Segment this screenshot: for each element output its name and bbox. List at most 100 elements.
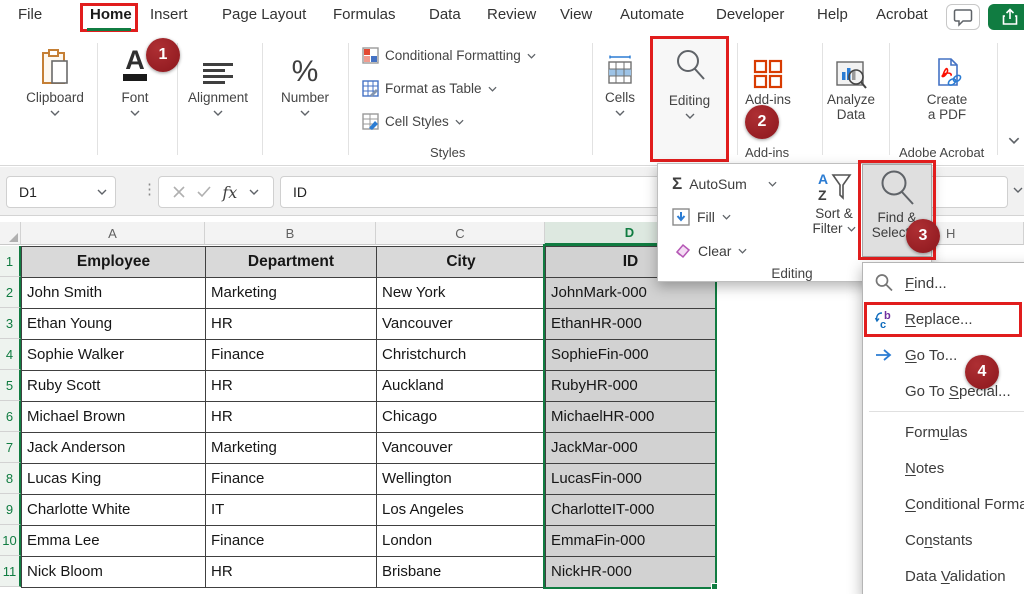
editing-group-button[interactable]: Editing bbox=[650, 36, 729, 162]
cell[interactable]: HR bbox=[206, 371, 377, 402]
cell-selected[interactable]: EmmaFin-000 bbox=[546, 526, 716, 557]
analyze-data-button[interactable]: Analyze Data bbox=[805, 43, 897, 122]
share-button[interactable] bbox=[988, 4, 1024, 30]
row-header-3[interactable]: 3 bbox=[0, 308, 21, 339]
cell-styles-button[interactable]: Cell Styles bbox=[362, 113, 464, 130]
cell-c1[interactable]: City bbox=[377, 247, 546, 278]
cell-selected[interactable]: JackMar-000 bbox=[546, 433, 716, 464]
menu-item-data-validation[interactable]: Data Validation bbox=[863, 558, 1024, 594]
menu-item-constants[interactable]: Constants bbox=[863, 522, 1024, 558]
tab-formulas[interactable]: Formulas bbox=[333, 6, 396, 23]
cell[interactable]: Charlotte White bbox=[22, 495, 206, 526]
cell[interactable]: Marketing bbox=[206, 433, 377, 464]
cell[interactable]: Brisbane bbox=[377, 557, 546, 588]
addins-button[interactable]: Add-ins bbox=[722, 43, 814, 107]
row-header-5[interactable]: 5 bbox=[0, 370, 21, 401]
cell-a1[interactable]: Employee bbox=[22, 247, 206, 278]
cell-selected[interactable]: RubyHR-000 bbox=[546, 371, 716, 402]
tab-developer[interactable]: Developer bbox=[716, 6, 784, 23]
tab-view[interactable]: View bbox=[560, 6, 592, 23]
fill-handle[interactable] bbox=[711, 583, 718, 590]
format-as-table-button[interactable]: Format as Table bbox=[362, 80, 497, 97]
select-all-corner[interactable] bbox=[0, 222, 21, 245]
cell[interactable]: Christchurch bbox=[377, 340, 546, 371]
drag-handle-dots-icon[interactable]: ⋮ bbox=[142, 180, 157, 198]
enter-check-icon[interactable] bbox=[197, 186, 211, 198]
menu-item-go-to[interactable]: Go To... bbox=[863, 337, 1024, 373]
menu-item-formulas[interactable]: Formulas bbox=[863, 414, 1024, 450]
cell[interactable]: Auckland bbox=[377, 371, 546, 402]
clipboard-group-button[interactable]: Clipboard bbox=[9, 41, 101, 116]
tab-review[interactable]: Review bbox=[487, 6, 536, 23]
row-header-6[interactable]: 6 bbox=[0, 401, 21, 432]
cell-selected[interactable]: NickHR-000 bbox=[546, 557, 716, 588]
menu-item-replace[interactable]: bc Replace... bbox=[863, 301, 1024, 337]
cell[interactable]: Wellington bbox=[377, 464, 546, 495]
tab-file[interactable]: File bbox=[18, 6, 42, 23]
cell[interactable]: HR bbox=[206, 557, 377, 588]
column-header-h[interactable]: H bbox=[932, 222, 1024, 245]
cell[interactable]: Ethan Young bbox=[22, 309, 206, 340]
row-header-11[interactable]: 11 bbox=[0, 556, 21, 587]
number-group-button[interactable]: % Number bbox=[259, 41, 351, 116]
row-header-10[interactable]: 10 bbox=[0, 525, 21, 556]
row-header-4[interactable]: 4 bbox=[0, 339, 21, 370]
cell-b1[interactable]: Department bbox=[206, 247, 377, 278]
tab-acrobat[interactable]: Acrobat bbox=[876, 6, 928, 23]
cell[interactable]: Finance bbox=[206, 464, 377, 495]
cell[interactable]: Sophie Walker bbox=[22, 340, 206, 371]
create-pdf-button[interactable]: Create a PDF bbox=[901, 43, 993, 122]
cell-selected[interactable]: CharlotteIT-000 bbox=[546, 495, 716, 526]
cell-selected[interactable]: JohnMark-000 bbox=[546, 278, 716, 309]
cell[interactable]: Los Angeles bbox=[377, 495, 546, 526]
tab-page-layout[interactable]: Page Layout bbox=[222, 6, 306, 23]
cell[interactable]: John Smith bbox=[22, 278, 206, 309]
cell[interactable]: Marketing bbox=[206, 278, 377, 309]
cell[interactable]: New York bbox=[377, 278, 546, 309]
conditional-formatting-button[interactable]: Conditional Formatting bbox=[362, 47, 536, 64]
comments-button[interactable] bbox=[946, 4, 980, 30]
cell[interactable]: Vancouver bbox=[377, 309, 546, 340]
row-header-8[interactable]: 8 bbox=[0, 463, 21, 494]
cell[interactable]: Jack Anderson bbox=[22, 433, 206, 464]
name-box[interactable]: D1 bbox=[6, 176, 116, 208]
menu-item-notes[interactable]: Notes bbox=[863, 450, 1024, 486]
cell-selected[interactable]: LucasFin-000 bbox=[546, 464, 716, 495]
tab-help[interactable]: Help bbox=[817, 6, 848, 23]
cell[interactable]: Finance bbox=[206, 526, 377, 557]
clear-button[interactable]: Clear bbox=[672, 242, 747, 260]
tab-insert[interactable]: Insert bbox=[150, 6, 188, 23]
tab-automate[interactable]: Automate bbox=[620, 6, 684, 23]
cell[interactable]: Emma Lee bbox=[22, 526, 206, 557]
cell-selected[interactable]: EthanHR-000 bbox=[546, 309, 716, 340]
ribbon-overflow-chevron-icon[interactable] bbox=[1008, 137, 1020, 144]
menu-item-find[interactable]: Find... bbox=[863, 265, 1024, 301]
cell[interactable]: HR bbox=[206, 402, 377, 433]
cell[interactable]: Finance bbox=[206, 340, 377, 371]
row-header-2[interactable]: 2 bbox=[0, 277, 21, 308]
menu-item-conditional-formatting[interactable]: Conditional Formatting bbox=[863, 486, 1024, 522]
autosum-button[interactable]: Σ AutoSum bbox=[672, 174, 777, 194]
tab-data[interactable]: Data bbox=[429, 6, 461, 23]
cell[interactable]: Nick Bloom bbox=[22, 557, 206, 588]
alignment-group-button[interactable]: Alignment bbox=[172, 41, 264, 116]
column-header-a[interactable]: A bbox=[21, 222, 205, 245]
cell-selected[interactable]: MichaelHR-000 bbox=[546, 402, 716, 433]
column-header-c[interactable]: C bbox=[376, 222, 545, 245]
row-header-9[interactable]: 9 bbox=[0, 494, 21, 525]
menu-item-go-to-special[interactable]: Go To Special... bbox=[863, 373, 1024, 409]
chevron-down-icon[interactable] bbox=[249, 189, 259, 195]
insert-function-icon[interactable]: fx bbox=[222, 183, 237, 202]
column-header-b[interactable]: B bbox=[205, 222, 376, 245]
cell[interactable]: Vancouver bbox=[377, 433, 546, 464]
cancel-icon[interactable] bbox=[173, 186, 185, 198]
cell[interactable]: Chicago bbox=[377, 402, 546, 433]
cell[interactable]: Michael Brown bbox=[22, 402, 206, 433]
fill-button[interactable]: Fill bbox=[672, 208, 731, 226]
sort-filter-button[interactable]: AZ Sort & Filter bbox=[803, 170, 865, 236]
cell[interactable]: Lucas King bbox=[22, 464, 206, 495]
cell[interactable]: London bbox=[377, 526, 546, 557]
cell[interactable]: IT bbox=[206, 495, 377, 526]
formula-bar-expand-chevron-icon[interactable] bbox=[1013, 187, 1023, 193]
cell[interactable]: HR bbox=[206, 309, 377, 340]
